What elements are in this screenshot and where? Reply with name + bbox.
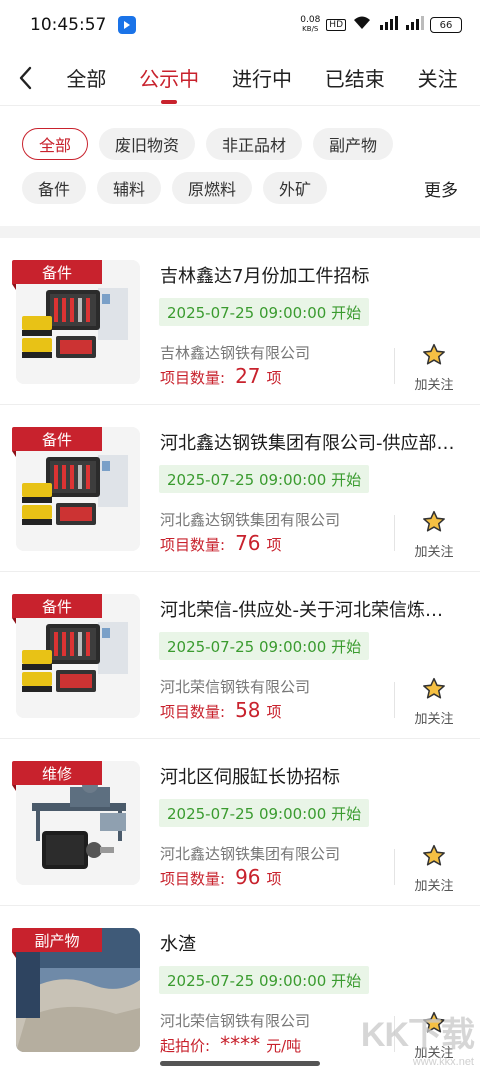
- follow-button[interactable]: 加关注: [410, 509, 458, 560]
- list-item[interactable]: 维修 河北区伺服缸长协招标 2025-07-25 09:00:00 开始 河北鑫…: [0, 739, 480, 906]
- chip-spare-parts[interactable]: 备件: [22, 172, 87, 204]
- signal-icon-2: [404, 15, 424, 35]
- chip-raw-fuel[interactable]: 原燃料: [172, 172, 253, 204]
- tab-followed[interactable]: 关注: [416, 50, 460, 106]
- item-title: 吉林鑫达7月份加工件招标: [160, 266, 370, 287]
- list-item[interactable]: 备件 河北鑫达钢铁集团有限公司-供应部… 2025-07-25 09:00:00…: [0, 405, 480, 572]
- back-button[interactable]: [0, 50, 50, 106]
- category-tag: 备件: [12, 260, 102, 290]
- category-tag: 维修: [12, 761, 102, 791]
- company-name: 河北鑫达钢铁集团有限公司: [160, 511, 341, 529]
- battery-icon: 66: [430, 17, 462, 33]
- item-title: 水渣: [160, 934, 196, 955]
- tender-list: 备件 吉林鑫达7月份加工件招标 2025-07-25 09:00:00 开始 吉…: [0, 238, 480, 1072]
- status-tabs: 全部 公示中 进行中 已结束 关注: [50, 50, 480, 106]
- status-time: 10:45:57: [30, 15, 107, 35]
- start-time-badge: 2025-07-25 09:00:00 开始: [159, 632, 370, 660]
- chevron-left-icon: [19, 66, 32, 89]
- chip-nonstandard[interactable]: 非正品材: [206, 128, 303, 160]
- chip-foreign-ore[interactable]: 外矿: [263, 172, 328, 204]
- wifi-icon: [352, 15, 372, 35]
- item-title: 河北区伺服缸长协招标: [160, 767, 340, 788]
- company-name: 河北荣信钢铁有限公司: [160, 1012, 311, 1030]
- chip-row-2: 备件 辅料 原燃料 外矿 更多: [22, 172, 458, 204]
- company-name: 河北荣信钢铁有限公司: [160, 678, 311, 696]
- status-indicators: 0.08 KB/S HD 66: [300, 15, 462, 35]
- tab-all[interactable]: 全部: [64, 50, 108, 106]
- list-item[interactable]: 备件 吉林鑫达7月份加工件招标 2025-07-25 09:00:00 开始 吉…: [0, 238, 480, 405]
- signal-icon: [378, 15, 398, 35]
- start-time-badge: 2025-07-25 09:00:00 开始: [159, 799, 370, 827]
- company-name: 吉林鑫达钢铁有限公司: [160, 344, 311, 362]
- tab-ended[interactable]: 已结束: [323, 50, 387, 106]
- category-tag: 备件: [12, 594, 102, 624]
- chip-scrap[interactable]: 废旧物资: [99, 128, 196, 160]
- hd-icon: HD: [326, 19, 346, 31]
- divider: [394, 849, 395, 885]
- tab-announcing[interactable]: 公示中: [137, 50, 201, 106]
- watermark: KK下载 www.kkx.net: [360, 1016, 475, 1068]
- start-time-badge: 2025-07-25 09:00:00 开始: [159, 298, 370, 326]
- star-icon: [423, 510, 445, 532]
- item-title: 河北荣信-供应处-关于河北荣信炼…: [160, 600, 443, 621]
- app-notification-icon: [118, 16, 137, 34]
- chip-byproduct[interactable]: 副产物: [313, 128, 394, 160]
- more-filters-button[interactable]: 更多: [424, 176, 458, 201]
- chip-auxiliary[interactable]: 辅料: [97, 172, 162, 204]
- chip-all[interactable]: 全部: [22, 128, 89, 160]
- star-icon: [423, 844, 445, 866]
- divider: [394, 682, 395, 718]
- company-name: 河北鑫达钢铁集团有限公司: [160, 845, 341, 863]
- category-tag: 备件: [12, 427, 102, 457]
- network-speed: 0.08 KB/S: [300, 15, 321, 34]
- top-nav: 全部 公示中 进行中 已结束 关注: [0, 50, 480, 106]
- chip-row-1: 全部 废旧物资 非正品材 副产物: [22, 128, 458, 160]
- item-quantity: 项目数量: 96 项: [160, 865, 282, 889]
- start-time-badge: 2025-07-25 09:00:00 开始: [159, 465, 370, 493]
- starting-price: 起拍价: **** 元/吨: [160, 1032, 302, 1056]
- status-bar: 10:45:57 0.08 KB/S HD 66: [0, 0, 480, 50]
- list-item[interactable]: 备件 河北荣信-供应处-关于河北荣信炼… 2025-07-25 09:00:00…: [0, 572, 480, 739]
- category-filters: 全部 废旧物资 非正品材 副产物 备件 辅料 原燃料 外矿 更多: [0, 106, 480, 226]
- follow-button[interactable]: 加关注: [410, 843, 458, 894]
- divider: [394, 348, 395, 384]
- follow-button[interactable]: 加关注: [410, 342, 458, 393]
- divider: [394, 515, 395, 551]
- star-icon: [423, 677, 445, 699]
- start-time-badge: 2025-07-25 09:00:00 开始: [159, 966, 370, 994]
- tab-in-progress[interactable]: 进行中: [230, 50, 294, 106]
- item-title: 河北鑫达钢铁集团有限公司-供应部…: [160, 433, 455, 454]
- star-icon: [423, 343, 445, 365]
- follow-button[interactable]: 加关注: [410, 676, 458, 727]
- category-tag: 副产物: [12, 928, 102, 958]
- item-quantity: 项目数量: 27 项: [160, 364, 282, 388]
- home-indicator[interactable]: [160, 1061, 320, 1066]
- item-quantity: 项目数量: 58 项: [160, 698, 282, 722]
- item-quantity: 项目数量: 76 项: [160, 531, 282, 555]
